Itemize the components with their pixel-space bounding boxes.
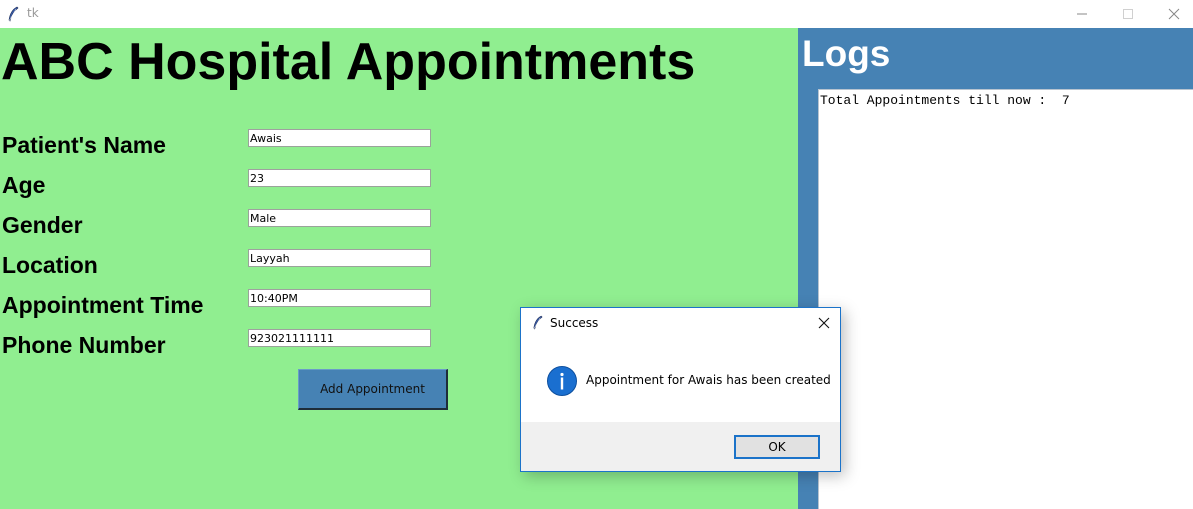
dialog-titlebar: Success xyxy=(521,308,840,338)
success-dialog: Success Appointment for Awais has been c… xyxy=(520,307,841,472)
close-icon xyxy=(818,317,830,329)
minimize-icon xyxy=(1077,13,1087,15)
window-titlebar: tk xyxy=(0,0,1193,28)
location-label: Location xyxy=(2,252,98,278)
dialog-footer: OK xyxy=(521,422,840,471)
tk-feather-icon xyxy=(8,6,19,22)
age-input[interactable] xyxy=(248,169,431,187)
logs-textarea[interactable]: Total Appointments till now : 7 xyxy=(818,89,1193,509)
dialog-close-button[interactable] xyxy=(813,312,835,334)
location-input[interactable] xyxy=(248,249,431,267)
gender-label: Gender xyxy=(2,212,83,238)
phone-number-label: Phone Number xyxy=(2,332,166,358)
close-icon xyxy=(1168,8,1180,20)
maximize-button[interactable] xyxy=(1105,0,1151,28)
phone-number-input[interactable] xyxy=(248,329,431,347)
appointment-time-input[interactable] xyxy=(248,289,431,307)
maximize-icon xyxy=(1123,9,1133,19)
info-icon xyxy=(547,366,577,396)
dialog-title: Success xyxy=(550,316,599,330)
add-appointment-button[interactable]: Add Appointment xyxy=(298,369,448,410)
patient-name-label: Patient's Name xyxy=(2,132,166,158)
logs-title: Logs xyxy=(802,33,891,74)
minimize-button[interactable] xyxy=(1059,0,1105,28)
ok-button[interactable]: OK xyxy=(734,435,820,459)
gender-input[interactable] xyxy=(248,209,431,227)
logs-panel: Logs Total Appointments till now : 7 xyxy=(798,28,1193,509)
dialog-message: Appointment for Awais has been created xyxy=(586,373,831,387)
window-close-button[interactable] xyxy=(1151,0,1193,28)
window-title: tk xyxy=(27,6,39,20)
tk-feather-icon xyxy=(533,315,543,330)
page-title: ABC Hospital Appointments xyxy=(1,33,696,91)
age-label: Age xyxy=(2,172,46,198)
patient-name-input[interactable] xyxy=(248,129,431,147)
appointment-time-label: Appointment Time xyxy=(2,292,204,318)
